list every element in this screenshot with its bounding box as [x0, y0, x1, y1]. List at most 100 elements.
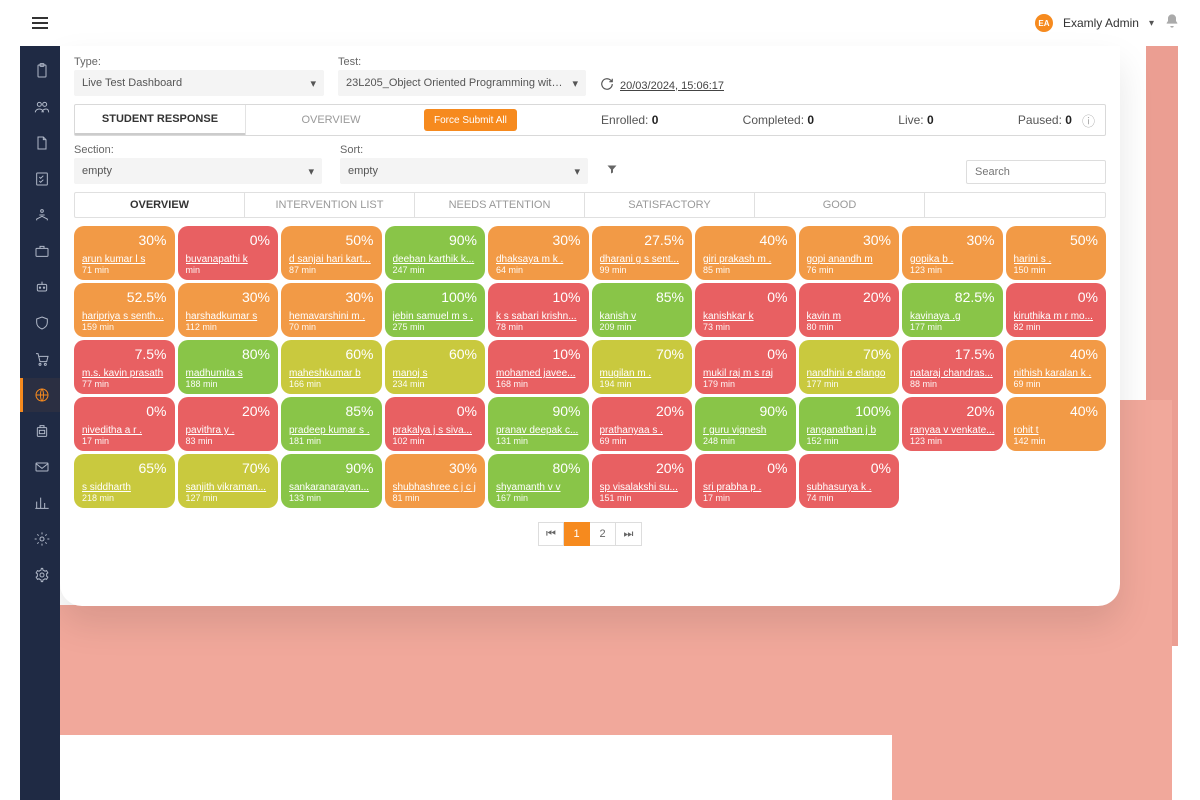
student-card[interactable]: 0%buvanapathi kmin	[178, 226, 279, 280]
student-card[interactable]: 80%madhumita s188 min	[178, 340, 279, 394]
student-card[interactable]: 70%sanjith vikraman...127 min	[178, 454, 279, 508]
student-card[interactable]: 20%sp visalakshi su...151 min	[592, 454, 693, 508]
subtab-good[interactable]: GOOD	[755, 193, 925, 217]
chevron-down-icon[interactable]: ▾	[1149, 18, 1154, 29]
sort-select[interactable]: empty ▾	[340, 158, 588, 184]
student-card[interactable]: 30%gopi anandh m76 min	[799, 226, 900, 280]
sidebar-item-id-bag[interactable]	[20, 414, 60, 448]
notification-bell-icon[interactable]	[1164, 13, 1180, 34]
subtab-intervention-list[interactable]: INTERVENTION LIST	[245, 193, 415, 217]
reading-icon	[34, 207, 50, 223]
sidebar-item-gear[interactable]	[20, 522, 60, 556]
student-card[interactable]: 10%k s sabari krishn...78 min	[488, 283, 589, 337]
tab-overview[interactable]: OVERVIEW	[246, 105, 416, 135]
student-time: 133 min	[289, 493, 374, 503]
info-icon[interactable]: ⓘ	[1082, 111, 1095, 130]
sidebar-item-shield[interactable]	[20, 306, 60, 340]
menu-toggle-icon[interactable]	[32, 17, 48, 29]
student-card[interactable]: 20%kavin m80 min	[799, 283, 900, 337]
student-card[interactable]: 0%kiruthika m r mo...82 min	[1006, 283, 1107, 337]
student-card[interactable]: 40%rohit t142 min	[1006, 397, 1107, 451]
student-card[interactable]: 20%prathanyaa s .69 min	[592, 397, 693, 451]
tab-student-response[interactable]: STUDENT RESPONSE	[75, 105, 245, 135]
sidebar-item-briefcase[interactable]	[20, 234, 60, 268]
student-card[interactable]: 27.5%dharani g s sent...99 min	[592, 226, 693, 280]
student-percent: 80%	[186, 346, 271, 362]
student-card[interactable]: 30%gopika b .123 min	[902, 226, 1003, 280]
section-select[interactable]: empty ▾	[74, 158, 322, 184]
student-time: 74 min	[807, 493, 892, 503]
pager-page-1[interactable]: 1	[564, 522, 590, 546]
type-select[interactable]: Live Test Dashboard ▾	[74, 70, 324, 96]
student-card[interactable]: 65%s siddharth218 min	[74, 454, 175, 508]
student-card[interactable]: 30%hemavarshini m .70 min	[281, 283, 382, 337]
student-card[interactable]: 82.5%kavinaya .g177 min	[902, 283, 1003, 337]
student-card[interactable]: 60%maheshkumar b166 min	[281, 340, 382, 394]
student-card[interactable]: 80%shyamanth v v167 min	[488, 454, 589, 508]
student-card[interactable]: 90%r guru vignesh248 min	[695, 397, 796, 451]
subtab-satisfactory[interactable]: SATISFACTORY	[585, 193, 755, 217]
sidebar-item-cart[interactable]	[20, 342, 60, 376]
sidebar-item-checklist[interactable]	[20, 162, 60, 196]
student-card[interactable]: 17.5%nataraj chandras...88 min	[902, 340, 1003, 394]
force-submit-button[interactable]: Force Submit All	[424, 109, 517, 131]
sidebar-item-globe[interactable]	[20, 378, 60, 412]
student-card[interactable]: 20%ranyaa v venkate...123 min	[902, 397, 1003, 451]
subtab-needs-attention[interactable]: NEEDS ATTENTION	[415, 193, 585, 217]
pager-page-2[interactable]: 2	[590, 522, 616, 546]
student-card[interactable]: 7.5%m.s. kavin prasath77 min	[74, 340, 175, 394]
student-time: 150 min	[1014, 265, 1099, 275]
student-card[interactable]: 40%giri prakash m .85 min	[695, 226, 796, 280]
sidebar-item-users[interactable]	[20, 90, 60, 124]
student-card[interactable]: 100%jebin samuel m s .275 min	[385, 283, 486, 337]
clipboard-icon	[34, 63, 50, 79]
student-card[interactable]: 90%sankaranarayan...133 min	[281, 454, 382, 508]
filter-icon[interactable]	[606, 163, 618, 184]
sidebar-item-robot[interactable]	[20, 270, 60, 304]
student-card[interactable]: 0%niveditha a r .17 min	[74, 397, 175, 451]
student-card[interactable]: 85%kanish v209 min	[592, 283, 693, 337]
student-time: 168 min	[496, 379, 581, 389]
student-card[interactable]: 0%prakalya j s siva...102 min	[385, 397, 486, 451]
student-card[interactable]: 50%d sanjai hari kart...87 min	[281, 226, 382, 280]
last-refresh-time[interactable]: 20/03/2024, 15:06:17	[620, 80, 724, 92]
student-card[interactable]: 90%pranav deepak c...131 min	[488, 397, 589, 451]
student-card[interactable]: 52.5%haripriya s senth...159 min	[74, 283, 175, 337]
search-input[interactable]	[966, 160, 1106, 184]
student-card[interactable]: 85%pradeep kumar s .181 min	[281, 397, 382, 451]
student-card[interactable]: 30%shubhashree c j c j81 min	[385, 454, 486, 508]
student-percent: 0%	[186, 232, 271, 248]
student-card[interactable]: 30%harshadkumar s112 min	[178, 283, 279, 337]
student-percent: 90%	[496, 403, 581, 419]
student-card[interactable]: 100%ranganathan j b152 min	[799, 397, 900, 451]
refresh-icon[interactable]	[600, 77, 614, 94]
student-card[interactable]: 90%deeban karthik k...247 min	[385, 226, 486, 280]
student-percent: 0%	[703, 460, 788, 476]
student-card[interactable]: 60%manoj s234 min	[385, 340, 486, 394]
sidebar-item-settings[interactable]	[20, 558, 60, 592]
student-card[interactable]: 0%sri prabha p .17 min	[695, 454, 796, 508]
student-card[interactable]: 50%harini s .150 min	[1006, 226, 1107, 280]
student-card[interactable]: 70%nandhini e elango177 min	[799, 340, 900, 394]
student-card[interactable]: 30%dhaksaya m k .64 min	[488, 226, 589, 280]
student-grid: 30%arun kumar l s71 min0%buvanapathi kmi…	[74, 226, 1106, 508]
student-time: min	[186, 265, 271, 275]
sidebar-item-reading[interactable]	[20, 198, 60, 232]
student-card[interactable]: 0%subhasurya k .74 min	[799, 454, 900, 508]
subtab-overview[interactable]: OVERVIEW	[75, 193, 245, 217]
sidebar-item-clipboard[interactable]	[20, 54, 60, 88]
student-card[interactable]: 0%mukil raj m s raj179 min	[695, 340, 796, 394]
pager-first[interactable]: ⏮	[538, 522, 564, 546]
student-card[interactable]: 30%arun kumar l s71 min	[74, 226, 175, 280]
test-select[interactable]: 23L205_Object Oriented Programming with …	[338, 70, 586, 96]
user-avatar[interactable]: EA	[1035, 14, 1053, 32]
pager-last[interactable]: ⏭	[616, 522, 642, 546]
sidebar-item-chart[interactable]	[20, 486, 60, 520]
student-card[interactable]: 0%kanishkar k73 min	[695, 283, 796, 337]
student-card[interactable]: 70%mugilan m .194 min	[592, 340, 693, 394]
student-card[interactable]: 40%nithish karalan k .69 min	[1006, 340, 1107, 394]
sidebar-item-file[interactable]	[20, 126, 60, 160]
student-card[interactable]: 10%mohamed javee...168 min	[488, 340, 589, 394]
sidebar-item-mail[interactable]	[20, 450, 60, 484]
student-card[interactable]: 20%pavithra y .83 min	[178, 397, 279, 451]
